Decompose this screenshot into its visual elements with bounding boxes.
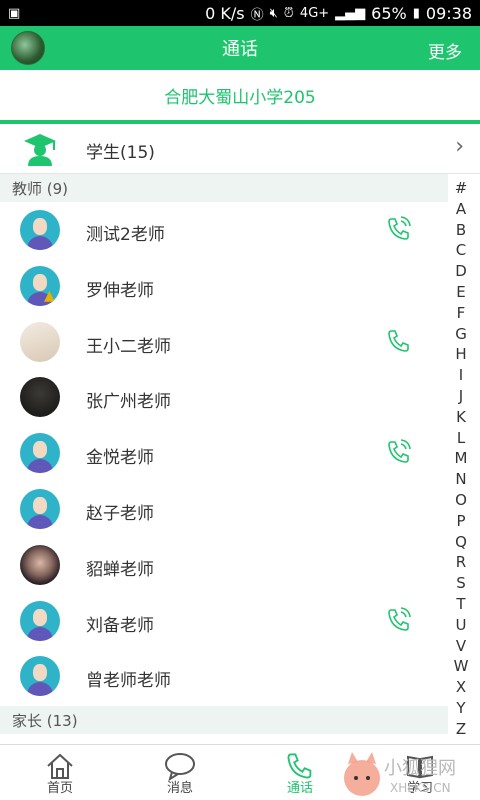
- nav-calls[interactable]: 通话: [240, 745, 360, 800]
- avatar: ▲: [20, 265, 60, 306]
- school-title: 合肥大蜀山小学205: [0, 70, 480, 124]
- phone-icon: [287, 753, 312, 779]
- warning-icon: ▲: [44, 287, 55, 304]
- teacher-name: 测试2老师: [86, 225, 165, 245]
- alpha-index-item[interactable]: M: [448, 448, 474, 469]
- alpha-index-item[interactable]: #: [448, 178, 474, 199]
- avatar: [20, 321, 60, 362]
- alpha-index-item[interactable]: L: [448, 428, 474, 449]
- alpha-index-item[interactable]: Q: [448, 532, 474, 553]
- avatar: [20, 488, 60, 529]
- alpha-index-item[interactable]: K: [448, 407, 474, 428]
- teacher-name: 曾老师老师: [86, 671, 171, 692]
- teacher-row[interactable]: 张广州老师: [0, 369, 448, 425]
- network-type: 4G+: [299, 5, 330, 21]
- alpha-index-item[interactable]: D: [448, 261, 474, 282]
- mute-icon: 🔇︎: [269, 5, 278, 21]
- network-speed: 0 K/s: [205, 3, 245, 23]
- message-icon: [165, 753, 195, 781]
- avatar: [20, 656, 60, 697]
- battery-level: 65%: [371, 3, 407, 23]
- book-icon: [407, 755, 433, 779]
- alphabet-index[interactable]: # A B C D E F G H I J K L M N O P Q R S …: [448, 178, 474, 740]
- teacher-list: 测试2老师 ▲ 罗伸老师 王小二老师 张广州老师 金悦老师 赵子老师 貂蝉老师 …: [0, 202, 448, 704]
- teacher-name: 貂蝉老师: [86, 559, 154, 580]
- graduate-icon: [24, 134, 56, 166]
- teacher-name: 刘备老师: [86, 615, 154, 636]
- alpha-index-item[interactable]: T: [448, 594, 474, 615]
- teacher-row[interactable]: 金悦老师: [0, 425, 448, 481]
- alpha-index-item[interactable]: O: [448, 490, 474, 511]
- teacher-row[interactable]: 曾老师老师: [0, 648, 448, 704]
- alpha-index-item[interactable]: P: [448, 511, 474, 532]
- avatar: [20, 210, 60, 250]
- call-wave-icon[interactable]: [386, 216, 412, 242]
- students-label: 学生(15): [86, 143, 155, 163]
- section-header-teachers: 教师 (9): [0, 174, 448, 202]
- students-row[interactable]: 学生(15) ›: [0, 124, 480, 174]
- avatar: [20, 433, 60, 474]
- alpha-index-item[interactable]: W: [448, 656, 474, 677]
- alpha-index-item[interactable]: S: [448, 573, 474, 594]
- teacher-name: 金悦老师: [86, 448, 154, 469]
- teacher-row[interactable]: 测试2老师: [0, 202, 448, 258]
- alpha-index-item[interactable]: H: [448, 344, 474, 365]
- alpha-index-item[interactable]: U: [448, 615, 474, 636]
- call-icon[interactable]: [386, 328, 412, 354]
- alpha-index-item[interactable]: V: [448, 636, 474, 657]
- alpha-index-item[interactable]: G: [448, 324, 474, 345]
- nfc-icon: Ⓝ: [250, 7, 264, 23]
- bottom-nav: 首页 消息 通话 学习: [0, 744, 480, 800]
- nav-home[interactable]: 首页: [0, 745, 120, 800]
- alpha-index-item[interactable]: F: [448, 303, 474, 324]
- alpha-index-item[interactable]: N: [448, 469, 474, 490]
- call-wave-icon[interactable]: [386, 606, 412, 633]
- status-bar: ▣ 0 K/s Ⓝ 🔇︎ ⏰︎ 4G+ ▂▄▆ 65% ▮ 09:38: [0, 0, 480, 26]
- avatar: [20, 600, 60, 641]
- call-wave-icon[interactable]: [386, 439, 412, 465]
- profile-avatar[interactable]: [11, 31, 45, 65]
- clock: 09:38: [425, 3, 472, 23]
- battery-icon: ▮: [412, 5, 420, 21]
- alpha-index-item[interactable]: Y: [448, 698, 474, 719]
- chevron-right-icon: ›: [455, 134, 464, 159]
- alpha-index-item[interactable]: E: [448, 282, 474, 303]
- alpha-index-item[interactable]: J: [448, 386, 474, 407]
- alpha-index-item[interactable]: Z: [448, 719, 474, 740]
- alpha-index-item[interactable]: A: [448, 199, 474, 220]
- nav-study[interactable]: 学习: [360, 745, 480, 800]
- alpha-index-item[interactable]: R: [448, 552, 474, 573]
- teacher-name: 赵子老师: [86, 503, 154, 524]
- teacher-name: 罗伸老师: [86, 280, 154, 301]
- teacher-row[interactable]: 赵子老师: [0, 481, 448, 537]
- alpha-index-item[interactable]: X: [448, 677, 474, 698]
- avatar: [20, 544, 60, 585]
- alarm-icon: ⏰︎: [283, 5, 294, 21]
- teacher-row[interactable]: 貂蝉老师: [0, 537, 448, 593]
- signal-icon: ▂▄▆: [335, 5, 366, 21]
- alpha-index-item[interactable]: B: [448, 220, 474, 241]
- image-icon: ▣: [8, 5, 21, 21]
- teacher-name: 王小二老师: [86, 336, 171, 357]
- home-icon: [47, 753, 73, 779]
- teacher-row[interactable]: ▲ 罗伸老师: [0, 258, 448, 314]
- alpha-index-item[interactable]: I: [448, 365, 474, 386]
- teacher-name: 张广州老师: [86, 392, 171, 413]
- avatar: [20, 377, 60, 418]
- section-header-parents: 家长 (13): [0, 706, 448, 734]
- page-title: 通话: [222, 39, 258, 60]
- alpha-index-item[interactable]: C: [448, 240, 474, 261]
- more-button[interactable]: 更多: [428, 38, 462, 63]
- app-header: 通话 更多: [0, 26, 480, 70]
- teacher-row[interactable]: 王小二老师: [0, 314, 448, 370]
- teacher-row[interactable]: 刘备老师: [0, 593, 448, 649]
- nav-messages[interactable]: 消息: [120, 745, 240, 800]
